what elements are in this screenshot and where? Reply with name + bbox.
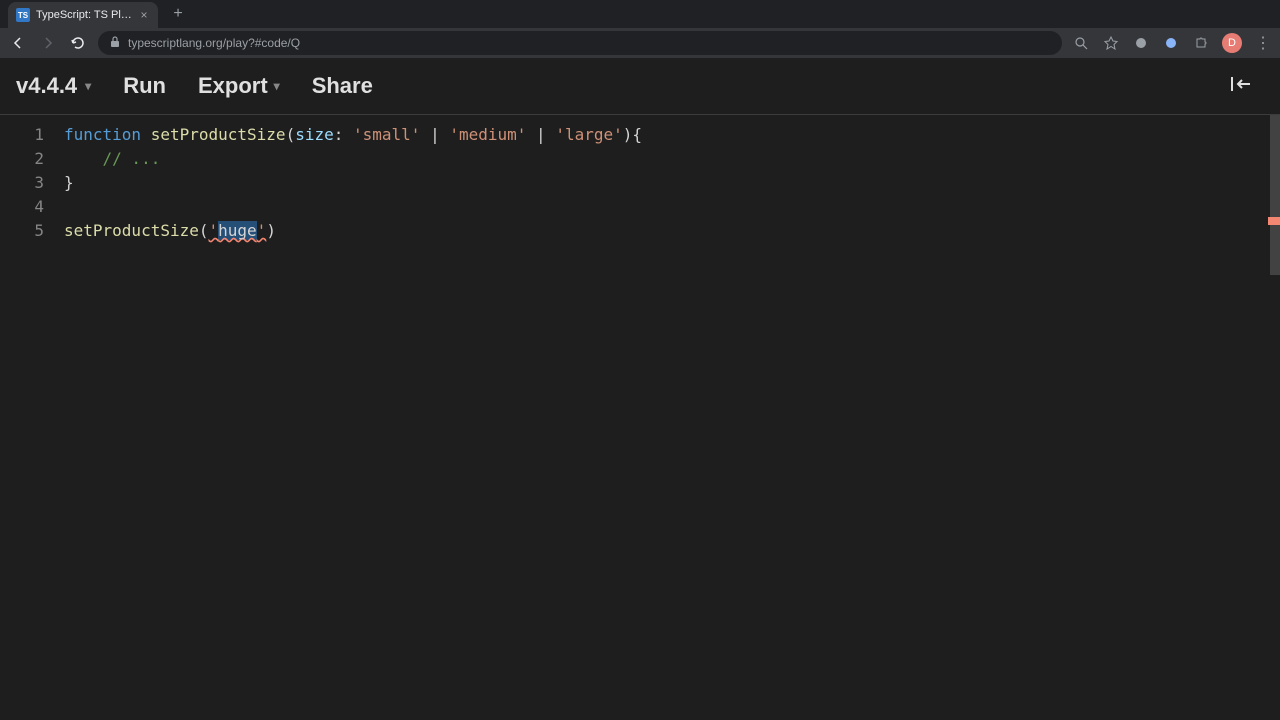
tab-bar: TS TypeScript: TS Playground - A × +: [0, 0, 1280, 28]
collapse-panel-button[interactable]: [1230, 76, 1264, 97]
scroll-thumb[interactable]: [1270, 115, 1280, 275]
new-tab-button[interactable]: +: [166, 2, 190, 26]
line-gutter: 1 2 3 4 5: [0, 115, 64, 720]
token-punct: (: [199, 221, 209, 240]
avatar[interactable]: D: [1222, 33, 1242, 53]
caret-down-icon: ▾: [274, 79, 280, 93]
zoom-icon[interactable]: [1072, 34, 1090, 52]
code-line: }: [64, 171, 642, 195]
puzzle-icon[interactable]: [1192, 34, 1210, 52]
run-button[interactable]: Run: [123, 73, 166, 99]
browser-chrome: TS TypeScript: TS Playground - A × + typ…: [0, 0, 1280, 58]
export-button[interactable]: Export ▾: [198, 73, 280, 99]
line-number: 1: [0, 123, 64, 147]
favicon: TS: [16, 8, 30, 22]
token-param: size: [295, 125, 334, 144]
reload-button[interactable]: [68, 33, 88, 53]
code-editor[interactable]: 1 2 3 4 5 function setProductSize(size: …: [0, 115, 1280, 720]
playground-toolbar: v4.4.4 ▾ Run Export ▾ Share: [0, 58, 1280, 114]
extension-icon-1[interactable]: [1132, 34, 1150, 52]
code-line: // ...: [64, 147, 642, 171]
lock-icon: [110, 36, 120, 51]
token-comment: // ...: [103, 149, 161, 168]
token-punct: (: [286, 125, 296, 144]
selected-text: huge: [218, 221, 257, 240]
token-function: setProductSize: [64, 221, 199, 240]
code-line: function setProductSize(size: 'small' | …: [64, 123, 642, 147]
token-punct: }: [64, 173, 74, 192]
code-content[interactable]: function setProductSize(size: 'small' | …: [64, 115, 642, 720]
editor-scrollbar[interactable]: [1266, 115, 1280, 720]
address-bar: typescriptlang.org/play?#code/Q D ⋮: [0, 28, 1280, 58]
share-label: Share: [312, 73, 373, 99]
token-function: setProductSize: [151, 125, 286, 144]
line-number: 5: [0, 219, 64, 243]
close-tab-icon[interactable]: ×: [138, 9, 150, 21]
run-label: Run: [123, 73, 166, 99]
token-string: ': [209, 221, 219, 240]
menu-dots-icon[interactable]: ⋮: [1254, 33, 1272, 53]
token-string: ': [257, 221, 267, 240]
url-text: typescriptlang.org/play?#code/Q: [128, 36, 300, 50]
code-line: setProductSize('huge'): [64, 219, 642, 243]
extension-icon-2[interactable]: [1162, 34, 1180, 52]
version-select[interactable]: v4.4.4 ▾: [16, 73, 91, 99]
share-button[interactable]: Share: [312, 73, 373, 99]
star-icon[interactable]: [1102, 34, 1120, 52]
line-number: 2: [0, 147, 64, 171]
export-label: Export: [198, 73, 268, 99]
browser-tab[interactable]: TS TypeScript: TS Playground - A ×: [8, 2, 158, 28]
token-indent: [64, 149, 103, 168]
tab-title: TypeScript: TS Playground - A: [36, 9, 132, 21]
token-punct: :: [334, 125, 353, 144]
token-string: 'small': [353, 125, 420, 144]
token-operator: |: [420, 125, 449, 144]
version-label: v4.4.4: [16, 73, 77, 99]
browser-toolbar-icons: D ⋮: [1072, 33, 1272, 53]
forward-button[interactable]: [38, 33, 58, 53]
line-number: 3: [0, 171, 64, 195]
token-string: 'large': [555, 125, 622, 144]
token-punct: ): [266, 221, 276, 240]
token-string: 'medium': [449, 125, 526, 144]
token-punct: ){: [623, 125, 642, 144]
error-marker[interactable]: [1268, 217, 1280, 225]
back-button[interactable]: [8, 33, 28, 53]
url-field[interactable]: typescriptlang.org/play?#code/Q: [98, 31, 1062, 55]
caret-down-icon: ▾: [85, 79, 91, 93]
token-operator: |: [526, 125, 555, 144]
code-line: [64, 195, 642, 219]
token-keyword: function: [64, 125, 141, 144]
line-number: 4: [0, 195, 64, 219]
